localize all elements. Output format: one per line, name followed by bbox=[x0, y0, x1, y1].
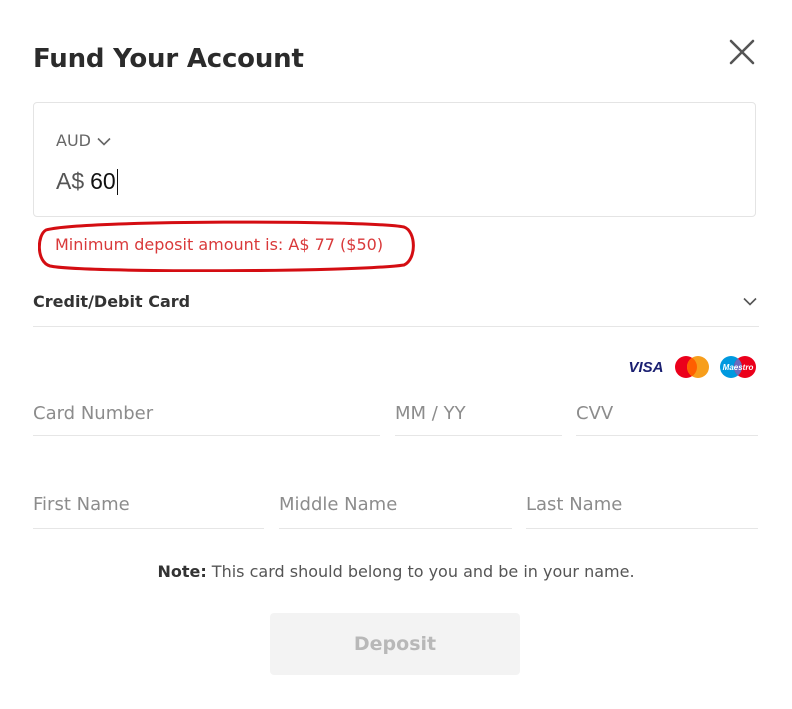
cvv-placeholder: CVV bbox=[576, 403, 614, 424]
last-name-placeholder: Last Name bbox=[526, 494, 623, 515]
error-message: Minimum deposit amount is: A$ 77 ($50) bbox=[55, 235, 384, 254]
last-name-field[interactable]: Last Name bbox=[526, 488, 758, 529]
middle-name-placeholder: Middle Name bbox=[279, 494, 398, 515]
amount-value: 60 bbox=[90, 168, 116, 194]
card-number-field[interactable]: Card Number bbox=[33, 397, 380, 436]
close-icon bbox=[729, 39, 755, 65]
middle-name-field[interactable]: Middle Name bbox=[279, 488, 512, 529]
payment-method-label: Credit/Debit Card bbox=[33, 292, 191, 311]
currency-label: AUD bbox=[56, 131, 91, 150]
deposit-button-label: Deposit bbox=[353, 633, 437, 655]
note-text: This card should belong to you and be in… bbox=[206, 562, 635, 581]
amount-panel: AUD A$ 60 bbox=[33, 102, 756, 217]
maestro-logo-text: Maestro bbox=[723, 363, 754, 372]
visa-logo-text: VISA bbox=[628, 359, 663, 376]
visa-logo-icon: VISA bbox=[628, 359, 663, 376]
close-button[interactable] bbox=[728, 38, 756, 66]
dialog-title: Fund Your Account bbox=[33, 44, 304, 74]
chevron-down-icon bbox=[743, 297, 757, 306]
expiry-placeholder: MM / YY bbox=[395, 403, 466, 424]
note-label: Note: bbox=[157, 562, 207, 581]
currency-prefix: A$ bbox=[56, 168, 85, 194]
card-number-placeholder: Card Number bbox=[33, 403, 154, 424]
card-logos: VISA Maestro bbox=[626, 355, 758, 379]
first-name-field[interactable]: First Name bbox=[33, 488, 264, 529]
ownership-note: Note: This card should belong to you and… bbox=[0, 562, 792, 581]
deposit-button[interactable]: Deposit bbox=[270, 613, 520, 675]
error-callout: Minimum deposit amount is: A$ 77 ($50) bbox=[38, 218, 415, 272]
maestro-logo-icon: Maestro bbox=[720, 356, 756, 378]
chevron-down-icon bbox=[97, 137, 111, 146]
currency-select[interactable]: AUD bbox=[56, 131, 111, 150]
cvv-field[interactable]: CVV bbox=[576, 397, 758, 436]
amount-input[interactable]: A$ 60 bbox=[56, 168, 119, 195]
text-caret bbox=[116, 168, 119, 195]
first-name-placeholder: First Name bbox=[33, 494, 130, 515]
expiry-field[interactable]: MM / YY bbox=[395, 397, 562, 436]
payment-method-select[interactable]: Credit/Debit Card bbox=[33, 287, 759, 327]
mastercard-logo-icon bbox=[675, 356, 709, 378]
